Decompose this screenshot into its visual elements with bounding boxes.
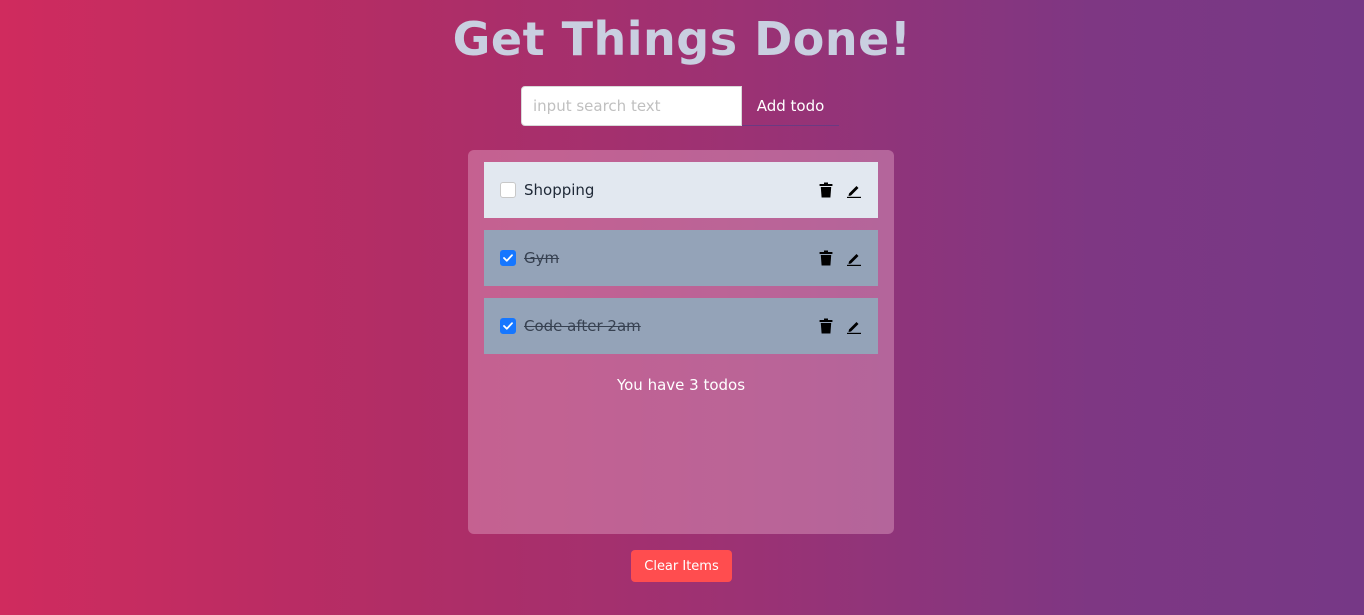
pencil-icon[interactable] <box>846 182 862 198</box>
pencil-icon[interactable] <box>846 318 862 334</box>
todo-item: Gym <box>484 230 878 286</box>
pencil-icon[interactable] <box>846 250 862 266</box>
todo-actions <box>818 250 862 266</box>
page-title: Get Things Done! <box>452 12 912 66</box>
trash-icon[interactable] <box>818 182 834 198</box>
trash-icon[interactable] <box>818 318 834 334</box>
add-todo-button[interactable]: Add todo <box>742 86 839 126</box>
todo-label: Gym <box>524 249 560 267</box>
todo-actions <box>818 182 862 198</box>
clear-items-button[interactable]: Clear Items <box>631 550 732 582</box>
add-todo-form: Add todo <box>521 86 839 126</box>
todo-item: Shopping <box>484 162 878 218</box>
todo-checkbox[interactable] <box>500 182 516 198</box>
todo-count: You have 3 todos <box>616 376 746 394</box>
todo-input[interactable] <box>521 86 742 126</box>
todo-list-panel: Shopping Gym Code after 2am You have 3 t… <box>468 150 894 534</box>
todo-label: Shopping <box>524 181 595 199</box>
todo-checkbox[interactable] <box>500 318 516 334</box>
todo-item: Code after 2am <box>484 298 878 354</box>
todo-actions <box>818 318 862 334</box>
todo-label: Code after 2am <box>524 317 641 335</box>
todo-checkbox[interactable] <box>500 250 516 266</box>
trash-icon[interactable] <box>818 250 834 266</box>
